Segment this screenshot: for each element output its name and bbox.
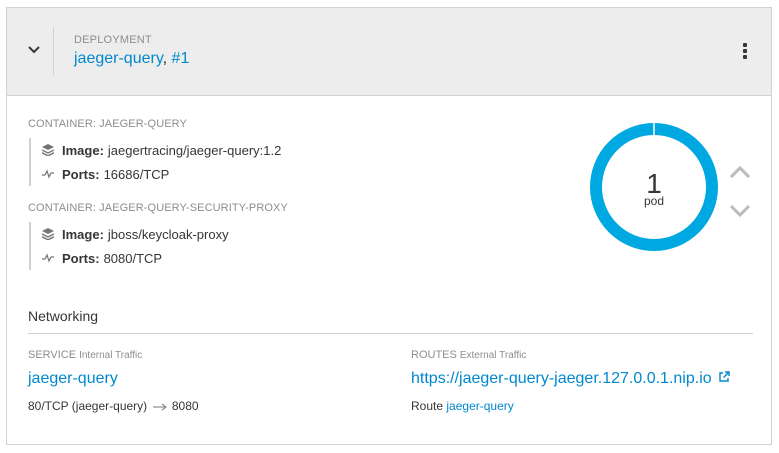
- layers-icon: [42, 144, 54, 156]
- service-link[interactable]: jaeger-query: [28, 370, 118, 388]
- target-port: 8080: [171, 399, 199, 413]
- route-prefix: Route: [411, 399, 444, 413]
- port-mapping-text: 80/TCP (jaeger-query): [28, 399, 148, 413]
- ports-row: Ports: 16686/TCP: [42, 162, 281, 186]
- deployment-name-link[interactable]: jaeger-query: [74, 50, 163, 67]
- ports-value: 8080/TCP: [103, 250, 163, 266]
- collapse-toggle[interactable]: [22, 41, 46, 59]
- image-value: jboss/keycloak-proxy: [107, 226, 229, 242]
- chevron-down-icon: [729, 204, 751, 218]
- image-row: Image: jboss/keycloak-proxy: [42, 222, 229, 246]
- revision-link[interactable]: #1: [172, 50, 190, 67]
- route-name-link[interactable]: jaeger-query: [446, 399, 513, 413]
- container-label: CONTAINER: JAEGER-QUERY-SECURITY-PROXY: [28, 202, 288, 214]
- container-label: CONTAINER: JAEGER-QUERY: [28, 118, 187, 130]
- arrow-right-icon: [152, 403, 167, 411]
- ports-row: Ports: 8080/TCP: [42, 246, 229, 270]
- deployment-title: jaeger-query, #1: [74, 50, 189, 68]
- resource-kind-label: DEPLOYMENT: [74, 34, 152, 46]
- ports-label: Ports:: [62, 166, 100, 182]
- image-label: Image:: [62, 226, 104, 242]
- kebab-menu-icon[interactable]: [740, 43, 750, 61]
- route-name-row: Route jaeger-query: [411, 399, 514, 413]
- scale-up-button[interactable]: [728, 165, 752, 179]
- image-value: jaegertracing/jaeger-query:1.2: [107, 142, 282, 158]
- route-url-row: https://jaeger-query-jaeger.127.0.0.1.ni…: [411, 370, 730, 388]
- layers-icon: [42, 228, 54, 240]
- scale-down-button[interactable]: [728, 204, 752, 218]
- networking-title: Networking: [28, 308, 99, 324]
- external-link-icon[interactable]: [718, 371, 730, 383]
- ports-label: Ports:: [62, 250, 100, 266]
- header-divider: [53, 27, 54, 75]
- routes-section-label: ROUTES External Traffic: [411, 349, 527, 361]
- chevron-up-icon: [729, 165, 751, 179]
- deployment-header: DEPLOYMENT jaeger-query, #1: [7, 8, 771, 96]
- pod-label: pod: [643, 194, 665, 208]
- networking-divider: [28, 333, 753, 334]
- pulse-icon: [42, 253, 54, 263]
- deployment-card: DEPLOYMENT jaeger-query, #1 CONTAINER: J…: [6, 7, 772, 445]
- service-port-mapping: 80/TCP (jaeger-query) 8080: [28, 399, 199, 413]
- image-row: Image: jaegertracing/jaeger-query:1.2: [42, 138, 281, 162]
- image-label: Image:: [62, 142, 104, 158]
- ports-value: 16686/TCP: [103, 166, 170, 182]
- routes-sublabel: External Traffic: [459, 350, 527, 361]
- pulse-icon: [42, 169, 54, 179]
- container-details: Image: jaegertracing/jaeger-query:1.2 Po…: [29, 138, 281, 186]
- chevron-down-icon: [28, 46, 40, 54]
- service-sublabel: Internal Traffic: [79, 350, 143, 361]
- service-section-label: SERVICE Internal Traffic: [28, 349, 143, 361]
- container-details: Image: jboss/keycloak-proxy Ports: 8080/…: [29, 222, 229, 270]
- title-separator: ,: [162, 50, 168, 67]
- route-url-link[interactable]: https://jaeger-query-jaeger.127.0.0.1.ni…: [411, 370, 712, 387]
